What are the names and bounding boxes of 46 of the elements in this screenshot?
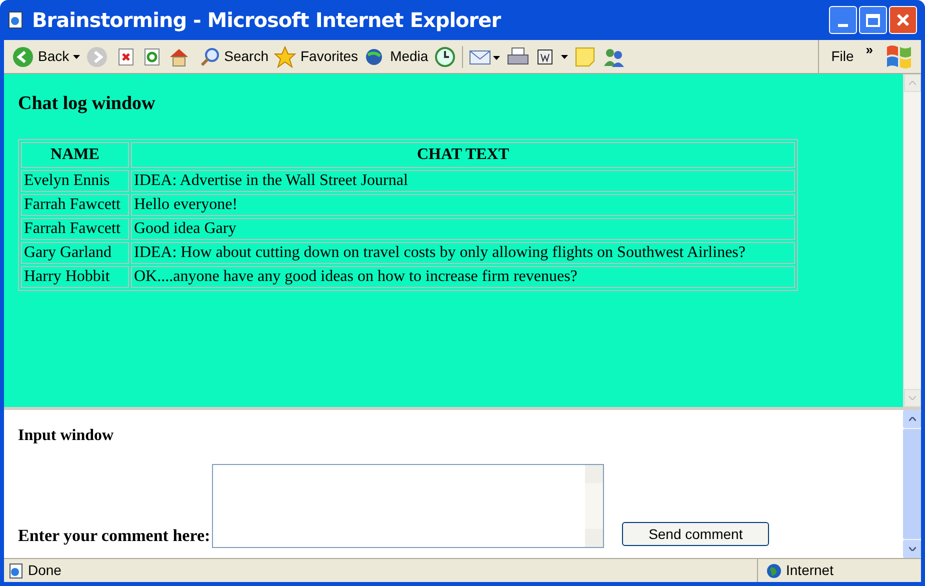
- dropdown-icon: [73, 54, 80, 58]
- security-zone-text: Internet: [786, 561, 834, 580]
- home-icon[interactable]: [168, 46, 190, 66]
- scrollbar[interactable]: [903, 410, 921, 558]
- maximize-button[interactable]: [859, 6, 887, 34]
- overflow-chevron[interactable]: »: [866, 40, 873, 60]
- comment-field[interactable]: [212, 464, 604, 548]
- star-icon: [274, 46, 296, 68]
- send-comment-button[interactable]: Send comment: [622, 522, 770, 546]
- flag-logo-icon: [885, 42, 913, 70]
- section-heading: Input window: [18, 426, 115, 446]
- table-cell: Farrah Fawcett: [21, 194, 129, 216]
- favorites-button[interactable]: Favorites: [274, 46, 358, 68]
- scrollbar[interactable]: [903, 74, 921, 407]
- browser-page-icon: [8, 11, 24, 29]
- column-header: NAME: [21, 142, 129, 168]
- table-cell: Farrah Fawcett: [21, 218, 129, 240]
- document-icon[interactable]: [535, 46, 556, 66]
- close-icon: [896, 13, 910, 27]
- dropdown-icon[interactable]: [561, 54, 568, 58]
- back-button[interactable]: Back: [12, 46, 80, 68]
- minimize-button[interactable]: [829, 6, 857, 34]
- comment-label: Enter your comment here:: [18, 524, 210, 547]
- search-icon: [200, 46, 220, 66]
- printer-icon[interactable]: [507, 46, 530, 66]
- stop-icon[interactable]: [116, 46, 136, 66]
- status-text: Done: [28, 561, 62, 580]
- table-cell: Harry Hobbit: [21, 266, 129, 288]
- page-icon: [8, 562, 24, 578]
- globe-icon: [766, 562, 782, 578]
- table-cell: Good idea Gary: [131, 218, 795, 240]
- refresh-icon[interactable]: [142, 46, 162, 66]
- table-cell: OK....anyone have any good ideas on how to increase firm revenues?: [131, 266, 795, 288]
- search-button[interactable]: Search: [200, 46, 268, 67]
- table-cell: Evelyn Ennis: [21, 170, 129, 192]
- table-cell: IDEA: How about cutting down on travel costs by only allowing flights on Southwest Airlines?: [131, 242, 795, 264]
- table-cell: Gary Garland: [21, 242, 129, 264]
- section-heading: Chat log window: [18, 92, 156, 116]
- close-button[interactable]: [889, 6, 917, 34]
- window-title: Brainstorming - Microsoft Internet Explorer: [32, 7, 501, 34]
- file-menu[interactable]: File: [831, 46, 854, 67]
- column-header: CHAT TEXT: [131, 142, 795, 168]
- table-cell: IDEA: Advertise in the Wall Street Journal: [131, 170, 795, 192]
- media-button[interactable]: Media: [364, 46, 428, 67]
- history-icon[interactable]: [434, 46, 456, 68]
- table-cell: Hello everyone!: [131, 194, 795, 216]
